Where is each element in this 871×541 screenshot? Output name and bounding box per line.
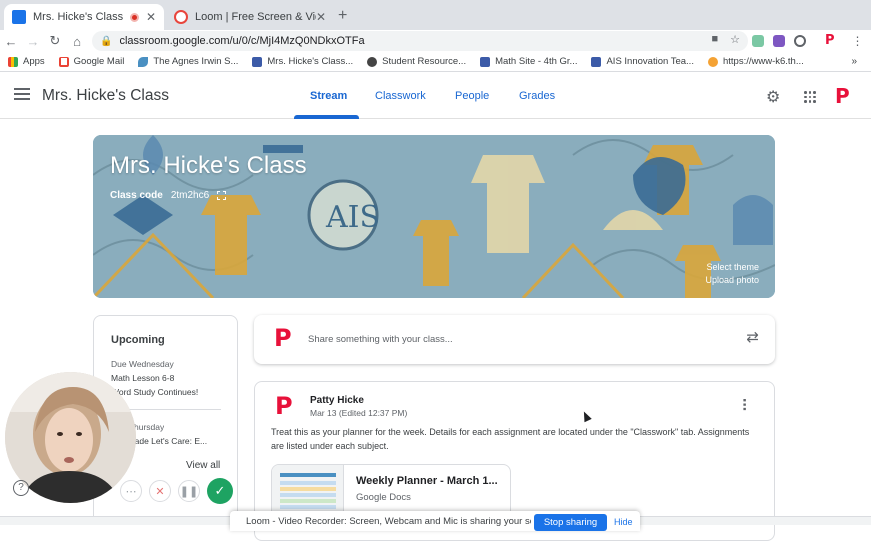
tab-title: Mrs. Hicke's Class [33,11,124,23]
attachment-title: Weekly Planner - March 1... [356,475,498,487]
tab-stream[interactable]: Stream [310,90,347,102]
more-options-icon[interactable]: ⋯ [120,480,142,502]
bookmark-label: Google Mail [73,56,125,67]
extension-icon[interactable] [773,34,785,47]
screen-sharing-bar: Loom - Video Recorder: Screen, Webcam an… [230,511,640,531]
new-tab-icon[interactable]: + [338,7,347,25]
pause-icon[interactable]: ❚❚ [178,480,200,502]
more-bookmarks-icon[interactable]: » [851,56,857,67]
bookmark-label: Student Resource... [382,56,467,67]
gmail-icon [58,56,69,67]
fullscreen-icon[interactable] [217,191,227,200]
browser-menu-icon[interactable]: ⋮ [852,34,864,48]
class-code-label: Class code [110,190,163,201]
bookmark-ais-innovation[interactable]: AIS Innovation Tea... [591,56,694,67]
stop-sharing-button[interactable]: Stop sharing [534,514,607,531]
bookmark-label: Math Site - 4th Gr... [495,56,578,67]
extensions-area: P ⋮ [752,33,864,48]
svg-text:AIS: AIS [325,200,380,235]
url-text: classroom.google.com/u/0/c/MjI4MzQ0NDkxO… [119,35,365,47]
star-icon[interactable]: ☆ [730,33,740,46]
bookmark-hicke-class[interactable]: Mrs. Hicke's Class... [252,56,353,67]
post-author: Patty Hicke [310,395,364,406]
post-body: Treat this as your planner for the week.… [271,427,750,451]
loom-favicon-icon [174,10,188,24]
user-avatar: P [274,324,292,352]
loom-recording-controls: ⋯ ✕ ❚❚ ✓ [120,478,233,504]
forward-icon[interactable]: → [22,34,44,49]
banner-class-title: Mrs. Hicke's Class [110,152,307,179]
bookmark-gmail[interactable]: Google Mail [58,56,125,67]
back-icon[interactable]: ← [0,34,22,49]
hide-button[interactable]: Hide [614,517,633,527]
tab-grades[interactable]: Grades [519,90,555,102]
view-all-link[interactable]: View all [186,460,220,471]
class-code: Class code 2tm2hc6 [110,190,227,201]
author-avatar: P [275,392,293,420]
share-box[interactable]: P Share something with your class... ⇄ [254,315,775,364]
classroom-app-bar: Mrs. Hicke's Class Stream Classwork Peop… [0,72,871,119]
bird-icon [138,56,149,67]
select-theme-link[interactable]: Select theme [706,262,759,272]
google-apps-icon[interactable] [804,91,816,103]
browser-tab-strip: Mrs. Hicke's Class ✕ Loom | Free Screen … [0,0,871,30]
lock-icon: 🔒 [100,35,113,47]
classroom-favicon-icon [12,10,26,24]
settings-gear-icon[interactable]: ⚙ [766,87,780,107]
close-tab-icon[interactable]: ✕ [146,10,156,24]
main-menu-icon[interactable] [14,88,30,100]
attachment-type: Google Docs [356,492,411,503]
repost-icon[interactable]: ⇄ [746,328,759,346]
active-tab-indicator [294,115,359,119]
upcoming-title: Upcoming [111,334,165,346]
bookmark-math-site[interactable]: Math Site - 4th Gr... [480,56,577,67]
peardeck-extension-icon[interactable]: P [825,33,835,48]
bookmark-k6[interactable]: https://www-k6.th... [707,56,804,67]
bookmark-label: Apps [23,56,45,67]
tab-people[interactable]: People [455,90,489,102]
bookmark-agnes-irwin[interactable]: The Agnes Irwin S... [138,56,238,67]
address-bar[interactable]: 🔒 classroom.google.com/u/0/c/MjI4MzQ0NDk… [92,31,748,51]
camera-icon[interactable]: ■ [711,33,718,46]
more-options-icon[interactable]: ⋯ [737,398,752,411]
account-avatar[interactable]: P [835,84,850,108]
upcoming-item[interactable]: Word Study Continues! [111,387,198,397]
due-label: Due Wednesday [111,359,174,369]
globe-icon [367,56,378,67]
class-name[interactable]: Mrs. Hicke's Class [42,87,169,105]
extension-icon[interactable] [752,34,764,47]
share-input[interactable]: Share something with your class... [308,334,453,345]
upcoming-item[interactable]: Math Lesson 6-8 [111,373,174,383]
bookmark-student-resources[interactable]: Student Resource... [367,56,466,67]
classroom-icon [252,56,263,67]
tab-title: Loom | Free Screen & Video Re [195,11,316,23]
classroom-icon [591,56,602,67]
finish-recording-check-icon[interactable]: ✓ [207,478,233,504]
reload-icon[interactable]: ↻ [44,33,66,49]
browser-tab-classroom[interactable]: Mrs. Hicke's Class ✕ [4,4,164,30]
recording-indicator-icon [129,12,139,22]
bookmark-label: https://www-k6.th... [722,56,804,67]
home-icon[interactable]: ⌂ [66,34,88,49]
bookmark-label: The Agnes Irwin S... [153,56,239,67]
classroom-icon [480,56,491,67]
help-icon[interactable]: ? [13,480,29,496]
extension-icon[interactable] [794,34,806,47]
bookmark-label: Mrs. Hicke's Class... [267,56,354,67]
browser-toolbar: ← → ↻ ⌂ 🔒 classroom.google.com/u/0/c/MjI… [0,30,871,52]
orange-circle-icon [707,56,718,67]
upload-photo-link[interactable]: Upload photo [705,275,759,285]
cancel-recording-icon[interactable]: ✕ [149,480,171,502]
class-banner: AIS Mrs. Hicke's Class Class code 2tm2hc… [93,135,775,298]
bookmark-label: AIS Innovation Tea... [606,56,694,67]
apps-grid-icon [8,56,18,67]
bookmarks-bar: Apps Google Mail The Agnes Irwin S... Mr… [0,52,871,72]
class-code-value: 2tm2hc6 [170,190,210,201]
browser-tab-loom[interactable]: Loom | Free Screen & Video Re ✕ [166,4,334,30]
bookmark-apps[interactable]: Apps [8,56,45,67]
close-tab-icon[interactable]: ✕ [316,10,326,24]
post-date: Mar 13 (Edited 12:37 PM) [310,408,408,418]
tab-classwork[interactable]: Classwork [375,90,426,102]
